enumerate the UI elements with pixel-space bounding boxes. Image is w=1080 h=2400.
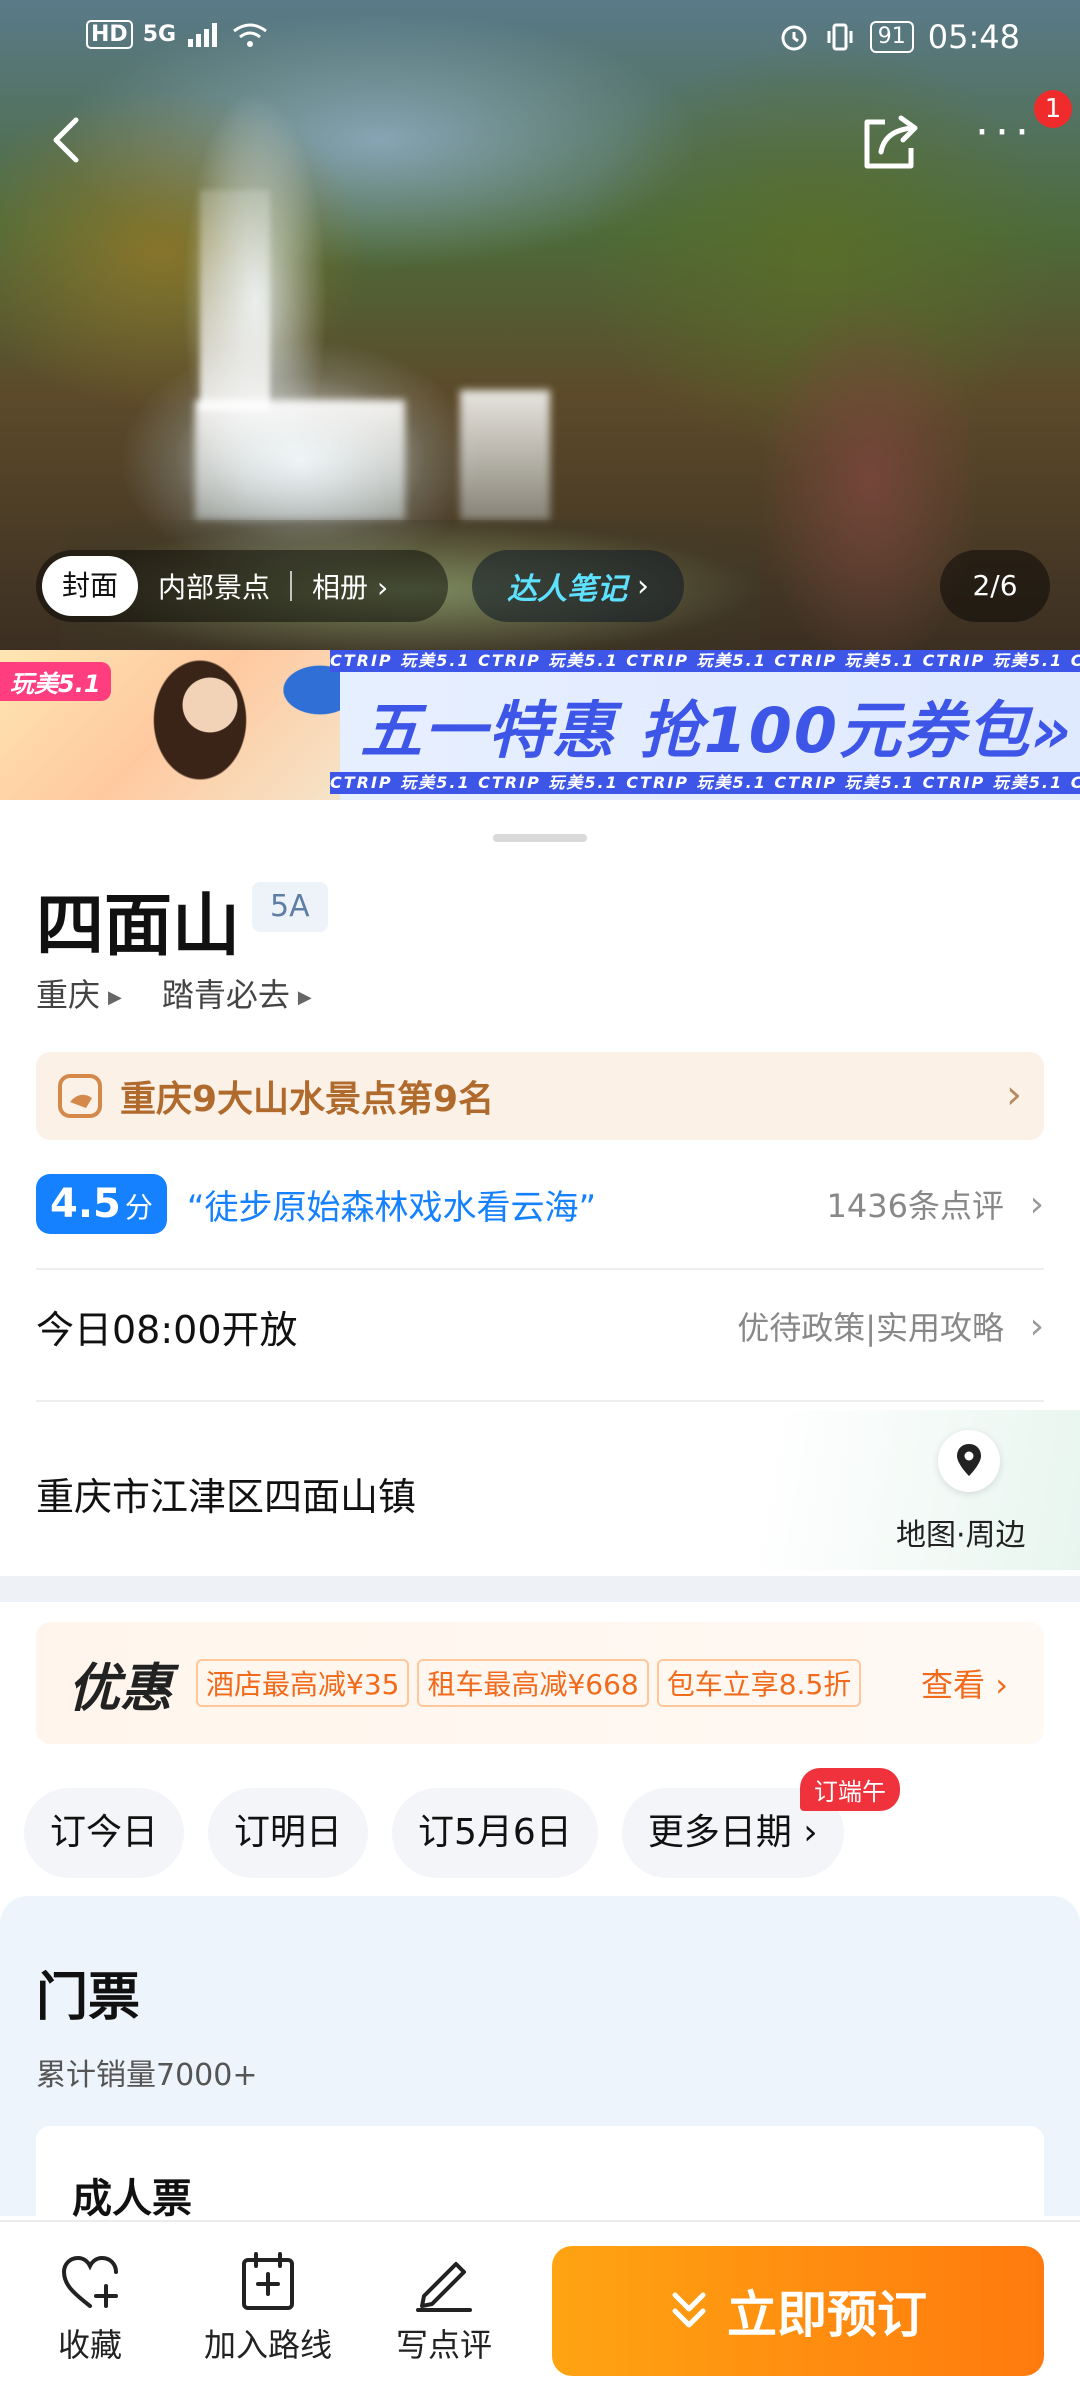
share-icon[interactable]: [855, 108, 925, 178]
breadcrumb-city[interactable]: 重庆 ▶: [36, 970, 122, 1016]
hero-image[interactable]: HD 5G 91 05:48 ··· 1 封面 内部景点 相册 › 达人笔记 ›…: [0, 0, 1080, 660]
favorite-label: 收藏: [58, 2326, 123, 2364]
review-count: 1436条点评: [826, 1187, 1004, 1225]
promo-banner[interactable]: 玩美5.1 CTRIP 玩美5.1 CTRIP 玩美5.1 CTRIP 玩美5.…: [0, 650, 1080, 800]
tab-inner-spots[interactable]: 内部景点: [138, 566, 290, 606]
wifi-icon: [233, 23, 267, 47]
clock: 05:48: [927, 18, 1020, 56]
more-icon[interactable]: ···: [975, 111, 1045, 168]
tab-cover[interactable]: 封面: [42, 556, 139, 616]
score-badge: 4.5 分: [36, 1174, 167, 1234]
breadcrumb: 重庆 ▶ 踏青必去 ▶: [36, 970, 312, 1016]
chevron-right-icon: ›: [637, 568, 649, 604]
book-now-label: 立即预订: [727, 2286, 927, 2344]
tickets-title: 门票: [36, 1968, 141, 2028]
banner-ticker-bottom: CTRIP 玩美5.1 CTRIP 玩美5.1 CTRIP 玩美5.1 CTRI…: [330, 772, 1080, 794]
alarm-icon: [781, 25, 807, 51]
chevron-right-icon: ›: [1006, 1072, 1022, 1118]
book-now-button[interactable]: 立即预订: [552, 2246, 1044, 2376]
tab-album-label: 相册: [312, 571, 369, 604]
attraction-name: 四面山: [36, 887, 241, 966]
ranking-text: 重庆9大山水景点第9名: [120, 1079, 495, 1120]
banner-tag: 玩美5.1: [0, 662, 111, 701]
attraction-info-card: 四面山 5A 重庆 ▶ 踏青必去 ▶ 重庆9大山水景点第9名 › 4.5 分 “徒步…: [0, 810, 1080, 1580]
policy-links[interactable]: 优待政策|实用攻略: [737, 1303, 1004, 1349]
date-chips: 订今日 订明日 订5月6日 更多日期 ›: [24, 1788, 844, 1878]
divider: [36, 1400, 1044, 1402]
discount-tag: 包车立享8.5折: [656, 1659, 862, 1707]
discount-view-link[interactable]: 查看 ›: [921, 1660, 1008, 1706]
breadcrumb-category[interactable]: 踏青必去 ▶: [162, 970, 312, 1016]
discount-tags: 酒店最高减¥35 租车最高减¥668 包车立享8.5折: [196, 1659, 862, 1707]
map-nearby-link[interactable]: 地图·周边: [896, 1510, 1026, 1554]
bottom-action-bar: 收藏 加入路线 写点评 立即预订: [0, 2220, 1080, 2400]
pencil-icon: [416, 2262, 472, 2312]
breadcrumb-city-label: 重庆: [36, 976, 101, 1014]
favorite-button[interactable]: 收藏: [58, 2252, 122, 2366]
heart-plus-icon: [61, 2255, 118, 2308]
drag-handle[interactable]: [493, 834, 587, 842]
rating-row[interactable]: 4.5 分 “徒步原始森林戏水看云海” 1436条点评 ›: [36, 1170, 1044, 1238]
write-review-button[interactable]: 写点评: [396, 2252, 492, 2366]
trophy-icon: [58, 1074, 102, 1118]
opening-hours: 今日08:00开放: [36, 1307, 298, 1352]
banner-headline: 五一特惠 抢100元券包»: [360, 694, 1074, 767]
chip-book-tomorrow[interactable]: 订明日: [208, 1788, 369, 1878]
address-text: 重庆市江津区四面山镇: [36, 1475, 417, 1519]
network-type: 5G: [142, 22, 177, 47]
battery-indicator: 91: [869, 21, 914, 53]
ranking-bar[interactable]: 重庆9大山水景点第9名 ›: [36, 1052, 1044, 1140]
write-review-label: 写点评: [396, 2326, 493, 2364]
score-unit: 分: [124, 1191, 153, 1224]
notification-badge: 1: [1034, 90, 1072, 128]
discount-bar[interactable]: 优惠 酒店最高减¥35 租车最高减¥668 包车立享8.5折 查看 ›: [36, 1622, 1044, 1744]
add-route-label: 加入路线: [204, 2326, 333, 2364]
gallery-tabs: 封面 内部景点 相册 ›: [36, 550, 448, 622]
breadcrumb-category-label: 踏青必去: [161, 976, 290, 1014]
banner-ticker-top: CTRIP 玩美5.1 CTRIP 玩美5.1 CTRIP 玩美5.1 CTRI…: [330, 650, 1080, 672]
discount-title: 优惠: [68, 1658, 173, 1719]
add-route-button[interactable]: 加入路线: [204, 2252, 332, 2366]
double-chevron-down-icon: [672, 2292, 706, 2328]
chip-more-dates-label: 更多日期: [647, 1812, 792, 1853]
discount-view-label: 查看: [921, 1666, 986, 1704]
status-bar: HD 5G 91 05:48: [0, 0, 1080, 80]
image-counter: 2/6: [940, 550, 1050, 622]
talent-notes-label: 达人笔记: [507, 572, 627, 607]
sales-count: 累计销量7000+: [36, 2058, 258, 2093]
dragon-boat-badge: 订端午: [800, 1768, 900, 1811]
section-divider: [0, 1576, 1080, 1602]
tab-album[interactable]: 相册 ›: [292, 566, 408, 606]
chip-book-may6[interactable]: 订5月6日: [392, 1788, 598, 1878]
signal-icon: [188, 22, 218, 47]
chip-book-today[interactable]: 订今日: [24, 1788, 185, 1878]
address-row[interactable]: 重庆市江津区四面山镇 地图·周边: [0, 1410, 1080, 1570]
ticket-name: 成人票: [72, 2176, 192, 2222]
chevron-right-icon: ›: [1029, 1183, 1044, 1225]
discount-tag: 租车最高减¥668: [417, 1659, 649, 1707]
calendar-plus-icon: [242, 2252, 294, 2310]
vibrate-icon: [827, 23, 853, 51]
discount-tag: 酒店最高减¥35: [196, 1659, 410, 1707]
chevron-right-icon: ›: [1029, 1305, 1044, 1347]
score-value: 4.5: [50, 1181, 121, 1227]
location-pin-icon: [938, 1430, 1000, 1492]
talent-notes-button[interactable]: 达人笔记 ›: [472, 550, 684, 622]
review-quote: “徒步原始森林戏水看云海”: [186, 1187, 597, 1228]
back-icon[interactable]: [40, 110, 100, 170]
hd-indicator: HD: [86, 20, 133, 49]
level-badge: 5A: [252, 882, 328, 932]
divider: [36, 1268, 1044, 1270]
opening-hours-row[interactable]: 今日08:00开放 优待政策|实用攻略 ›: [36, 1292, 1044, 1360]
